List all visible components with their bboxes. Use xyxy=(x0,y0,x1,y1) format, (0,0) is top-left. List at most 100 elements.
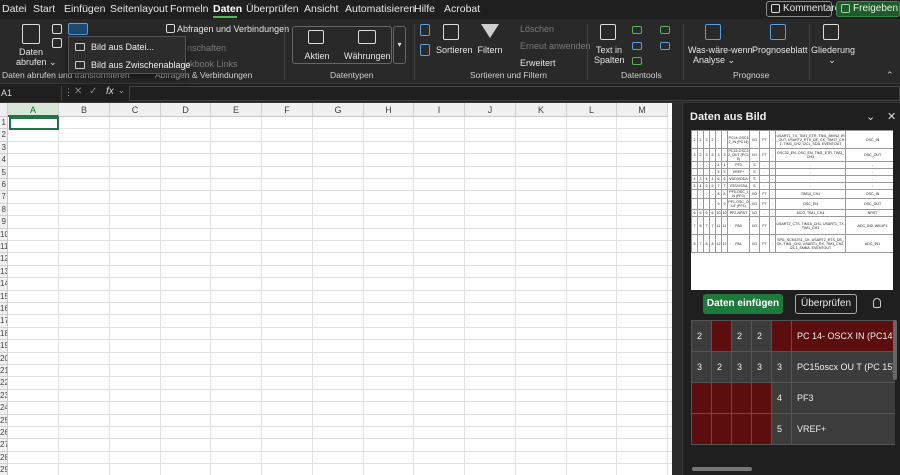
from-text-icon[interactable] xyxy=(52,24,62,34)
row-header[interactable]: 13 xyxy=(0,265,8,279)
column-header[interactable]: L xyxy=(567,103,617,117)
active-cell-a1[interactable] xyxy=(9,117,59,130)
lightbulb-icon[interactable] xyxy=(873,298,881,308)
column-header[interactable]: M xyxy=(617,103,668,117)
result-cell[interactable] xyxy=(731,382,752,414)
row-header[interactable]: 21 xyxy=(0,365,8,378)
cancel-icon[interactable]: ✕ xyxy=(74,86,82,97)
result-cell[interactable]: 3 xyxy=(771,351,792,383)
row-header[interactable]: 4 xyxy=(0,154,8,167)
row-header[interactable]: 5 xyxy=(0,166,8,179)
result-cell[interactable] xyxy=(691,413,712,445)
menu-formeln[interactable]: Formeln xyxy=(170,3,209,15)
row-header[interactable]: 23 xyxy=(0,389,8,403)
data-validation-icon[interactable] xyxy=(632,57,642,65)
result-cell[interactable]: 2 xyxy=(751,320,772,352)
row-header[interactable]: 12 xyxy=(0,253,8,266)
from-picture-icon[interactable] xyxy=(68,23,88,35)
menu-hilfe[interactable]: Hilfe xyxy=(414,3,435,15)
result-cell[interactable]: 2 xyxy=(711,351,732,383)
sort-az-icon[interactable] xyxy=(420,24,430,36)
panel-horizontal-scrollbar[interactable] xyxy=(692,467,752,471)
row-header[interactable]: 27 xyxy=(0,439,8,452)
erweitert-button[interactable]: Erweitert xyxy=(520,58,556,68)
row-header[interactable]: 22 xyxy=(0,377,8,390)
result-cell[interactable]: 3 xyxy=(691,351,712,383)
chevron-down-icon[interactable]: ⌄ xyxy=(866,110,875,123)
bild-aus-zwischenablage-item[interactable]: Bild aus Zwischenablage xyxy=(69,56,191,74)
result-cell[interactable]: 3 xyxy=(751,351,772,383)
confirm-icon[interactable]: ✓ xyxy=(89,86,97,97)
result-cell[interactable]: 2 xyxy=(731,320,752,352)
abfragen-verbindungen-button[interactable]: Abfragen und Verbindungen xyxy=(177,24,289,34)
workbook-links-button[interactable]: rkbook Links xyxy=(187,59,238,69)
result-cell[interactable] xyxy=(711,382,732,414)
bild-aus-datei-item[interactable]: Bild aus Datei... xyxy=(69,38,185,56)
vertical-scrollbar[interactable] xyxy=(672,103,682,475)
result-cell[interactable] xyxy=(711,320,732,352)
insert-function-button[interactable]: fx xyxy=(106,86,114,97)
row-header[interactable]: 2 xyxy=(0,129,8,142)
datentypen-more-button[interactable]: ▾ xyxy=(393,26,406,64)
menu-start[interactable]: Start xyxy=(33,3,55,15)
result-cell[interactable] xyxy=(711,413,732,445)
row-header[interactable]: 11 xyxy=(0,241,8,254)
row-header[interactable]: 25 xyxy=(0,414,8,427)
result-cell[interactable]: 4 xyxy=(771,382,792,414)
filtern-button[interactable]: Filtern xyxy=(477,45,503,55)
row-header[interactable]: 20 xyxy=(0,352,8,365)
result-cell[interactable]: PC15oscx OU T (PC 15) xyxy=(791,351,895,383)
collapse-ribbon-icon[interactable]: ⌃ xyxy=(886,70,894,81)
result-cell[interactable] xyxy=(691,382,712,414)
daten-einfuegen-button[interactable]: Daten einfügen xyxy=(703,294,783,314)
row-header[interactable]: 19 xyxy=(0,340,8,353)
row-header[interactable]: 15 xyxy=(0,290,8,303)
name-box[interactable]: A1 xyxy=(0,86,62,101)
eigenschaften-button[interactable]: nschaften xyxy=(187,43,226,53)
formula-input[interactable] xyxy=(129,86,900,101)
row-header[interactable]: 17 xyxy=(0,315,8,328)
kommentare-button[interactable]: Kommentare xyxy=(766,1,840,17)
menu-ansicht[interactable]: Ansicht xyxy=(304,3,338,15)
column-header[interactable]: B xyxy=(59,103,110,117)
column-header[interactable]: C xyxy=(110,103,161,117)
erneut-anwenden-button[interactable]: Erneut anwenden xyxy=(520,41,591,51)
loeschen-button[interactable]: Löschen xyxy=(520,24,554,34)
fx-dropdown-icon[interactable]: ⌄ xyxy=(118,86,125,95)
column-header[interactable]: A xyxy=(8,103,59,117)
menu-datei[interactable]: Datei xyxy=(2,3,27,15)
flash-fill-icon[interactable] xyxy=(632,26,642,34)
menu-acrobat[interactable]: Acrobat xyxy=(444,3,480,15)
row-header[interactable]: 16 xyxy=(0,303,8,316)
row-header[interactable]: 1 xyxy=(0,117,8,130)
sort-za-icon[interactable] xyxy=(420,44,430,56)
row-header[interactable]: 29 xyxy=(0,464,8,475)
result-cell[interactable]: 2 xyxy=(691,320,712,352)
column-header[interactable]: K xyxy=(516,103,567,117)
result-table[interactable]: 2 2 2 PC 14- OSCX IN (PC14) 3 2 3 3 3 PC15oscx OU… xyxy=(691,320,895,475)
from-web-icon[interactable] xyxy=(52,38,62,48)
relationships-icon[interactable] xyxy=(660,42,670,50)
waehrungen-button[interactable]: Währungen xyxy=(344,51,391,61)
column-header[interactable]: E xyxy=(211,103,262,117)
column-header[interactable]: F xyxy=(262,103,313,117)
column-header[interactable]: D xyxy=(161,103,211,117)
result-cell[interactable] xyxy=(751,382,772,414)
row-header[interactable]: 14 xyxy=(0,278,8,291)
row-header[interactable]: 28 xyxy=(0,451,8,465)
panel-vertical-scrollbar[interactable] xyxy=(893,320,897,380)
row-header[interactable]: 8 xyxy=(0,203,8,217)
menu-seitenlayout[interactable]: Seitenlayout xyxy=(110,3,168,15)
row-header[interactable]: 26 xyxy=(0,427,8,440)
select-all-corner[interactable] xyxy=(0,103,8,117)
menu-daten[interactable]: Daten xyxy=(213,3,242,15)
menu-einfuegen[interactable]: Einfügen xyxy=(64,3,105,15)
result-cell[interactable] xyxy=(751,413,772,445)
result-cell[interactable] xyxy=(771,320,792,352)
result-cell[interactable]: PF3 xyxy=(791,382,895,414)
was-waere-wenn-button[interactable]: Was-wäre-wenn- Analyse ⌄ xyxy=(688,45,756,65)
result-cell[interactable] xyxy=(731,413,752,445)
daten-abrufen-button[interactable]: Datenabrufen ⌄ xyxy=(16,47,57,67)
row-header[interactable]: 18 xyxy=(0,327,8,341)
menu-ueberpruefen[interactable]: Überprüfen xyxy=(246,3,299,15)
